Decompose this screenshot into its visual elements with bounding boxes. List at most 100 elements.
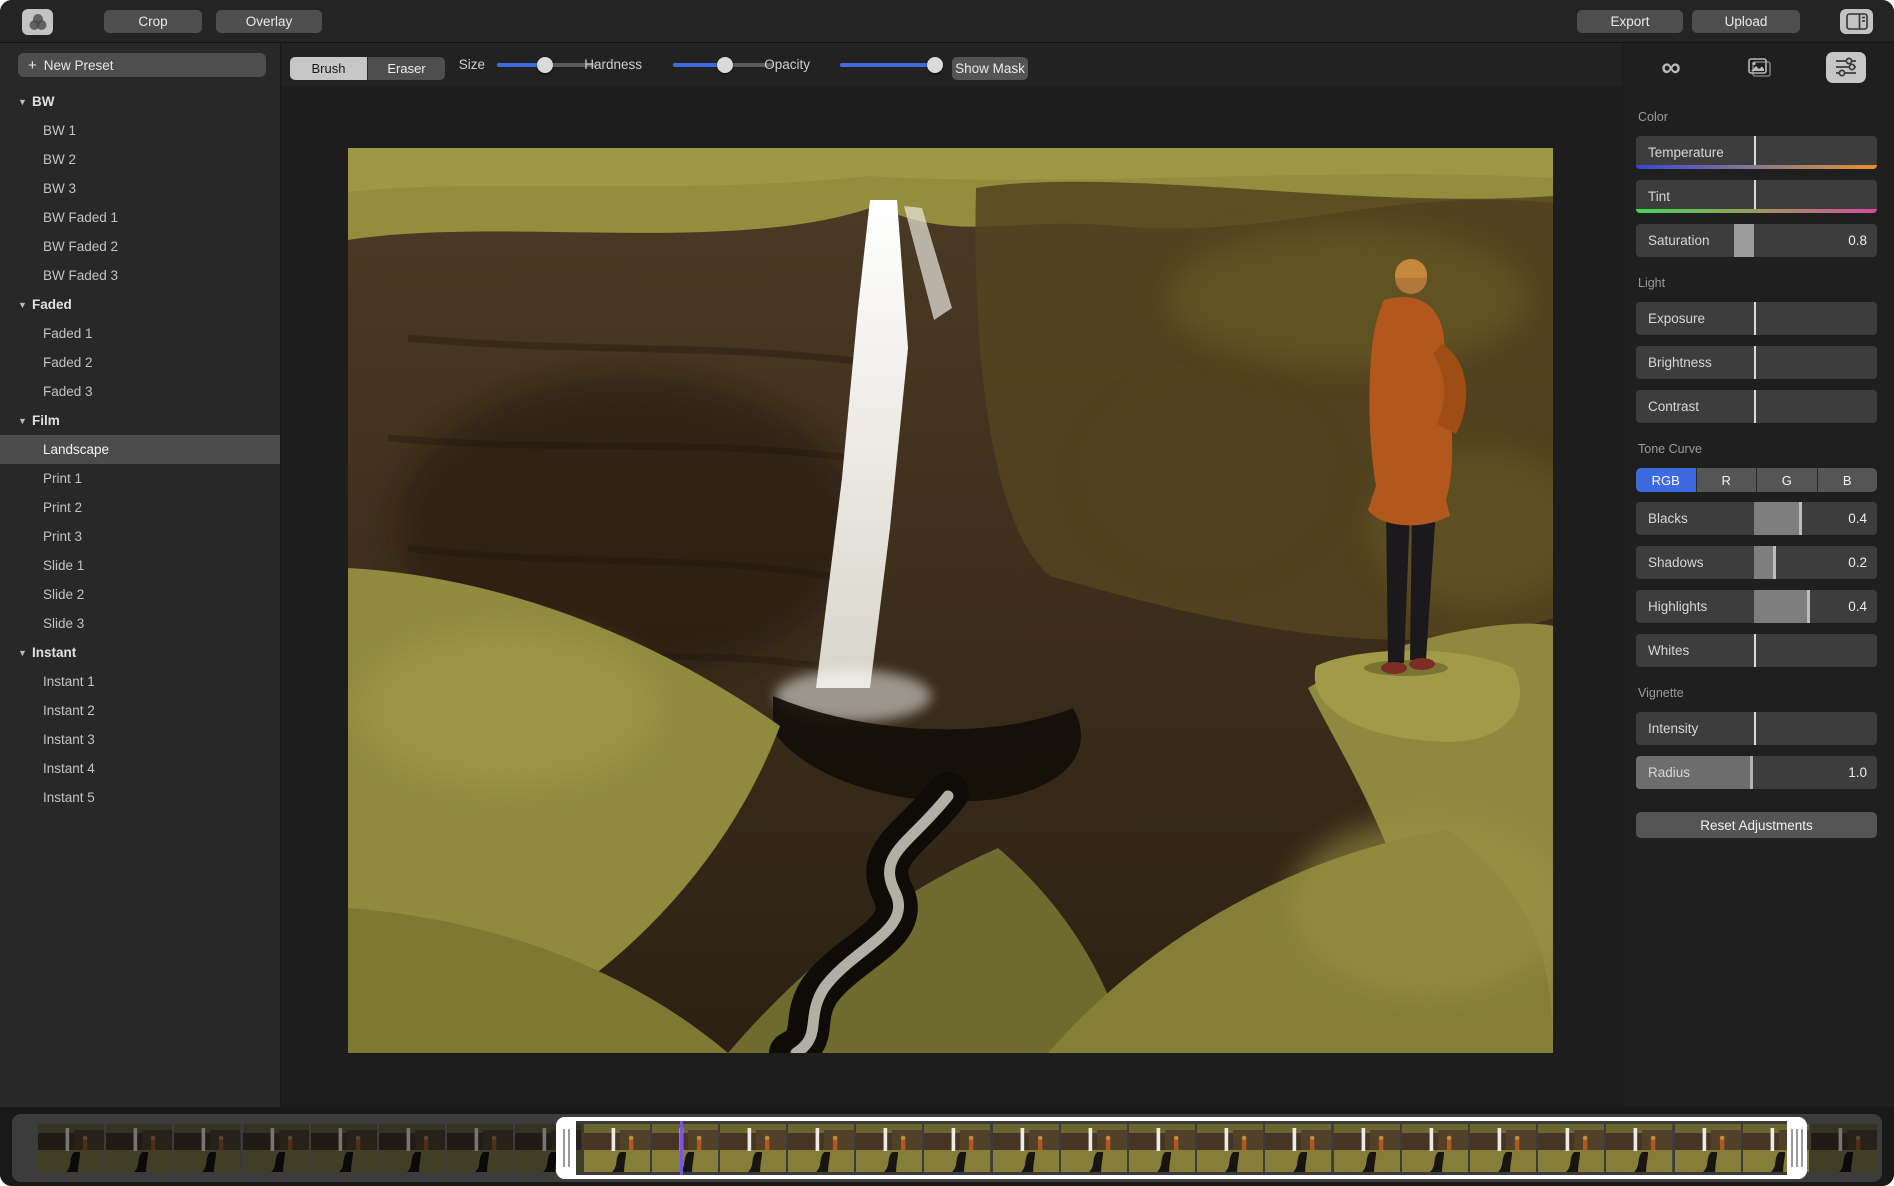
new-preset-button[interactable]: + New Preset xyxy=(18,53,266,77)
adjustments-tab[interactable] xyxy=(1826,51,1866,83)
trim-handle-right[interactable] xyxy=(1787,1117,1807,1179)
preset-group-faded[interactable]: ▼ Faded xyxy=(0,290,280,319)
preset-item-instant-3[interactable]: Instant 3 xyxy=(0,725,280,754)
slider-fill[interactable] xyxy=(1754,546,1776,579)
preset-sidebar: + New Preset ▼ BW BW 1 BW 2 BW 3 BW Faded 1 BW… xyxy=(0,43,281,1107)
adjust-value: 0.8 xyxy=(1848,233,1867,248)
trim-handle-left[interactable] xyxy=(556,1117,576,1179)
channel-rgb[interactable]: RGB xyxy=(1636,468,1696,492)
preset-item-bw-faded-3[interactable]: BW Faded 3 xyxy=(0,261,280,290)
app-logo-icon[interactable] xyxy=(22,9,53,35)
photo-canvas[interactable] xyxy=(348,148,1553,1053)
export-button[interactable]: Export xyxy=(1577,10,1683,33)
preset-item-instant-5[interactable]: Instant 5 xyxy=(0,783,280,812)
slider-label-opacity: Opacity xyxy=(764,57,810,72)
adjust-row-temperature[interactable]: Temperature xyxy=(1636,136,1877,169)
filmstrip-thumbnail[interactable] xyxy=(1810,1124,1878,1172)
preset-item-faded-3[interactable]: Faded 3 xyxy=(0,377,280,406)
slider-center-line xyxy=(1754,634,1757,667)
reset-adjustments-button[interactable]: Reset Adjustments xyxy=(1636,812,1877,838)
adjust-row-radius[interactable]: Radius 1.0 xyxy=(1636,756,1877,789)
overlay-button[interactable]: Overlay xyxy=(216,10,322,33)
adjust-row-exposure[interactable]: Exposure xyxy=(1636,302,1877,335)
filmstrip-thumbnail[interactable] xyxy=(378,1124,446,1172)
section-title-tone-curve: Tone Curve xyxy=(1638,442,1702,456)
adjust-row-intensity[interactable]: Intensity xyxy=(1636,712,1877,745)
preset-item-slide-1[interactable]: Slide 1 xyxy=(0,551,280,580)
brush-eraser-toggle[interactable]: Brush Eraser xyxy=(290,57,445,80)
slider-center-line xyxy=(1754,712,1757,745)
app-window: Crop Overlay Export Upload + New Preset … xyxy=(0,0,1894,1186)
show-mask-button[interactable]: Show Mask xyxy=(952,57,1028,80)
tool-brush[interactable]: Brush xyxy=(290,57,367,80)
preset-item-faded-2[interactable]: Faded 2 xyxy=(0,348,280,377)
slider-handle-size[interactable] xyxy=(537,57,553,73)
preset-item-faded-1[interactable]: Faded 1 xyxy=(0,319,280,348)
adjust-value: 0.4 xyxy=(1848,511,1867,526)
preset-group-bw[interactable]: ▼ BW xyxy=(0,87,280,116)
adjust-label: Shadows xyxy=(1648,555,1704,570)
adjustments-panel: ∞ Color Temperature Tint Saturation 0.8 … xyxy=(1622,43,1894,1107)
adjust-label: Intensity xyxy=(1648,721,1699,736)
slider-hardness[interactable] xyxy=(673,57,773,73)
preset-item-print-3[interactable]: Print 3 xyxy=(0,522,280,551)
disclosure-triangle-icon[interactable]: ▼ xyxy=(18,300,32,310)
trim-selection[interactable] xyxy=(556,1117,1807,1179)
adjust-value: 0.2 xyxy=(1848,555,1867,570)
section-title-light: Light xyxy=(1638,276,1666,290)
adjust-row-saturation[interactable]: Saturation 0.8 xyxy=(1636,224,1877,257)
upload-button[interactable]: Upload xyxy=(1692,10,1800,33)
channel-g[interactable]: G xyxy=(1757,468,1817,492)
adjust-row-contrast[interactable]: Contrast xyxy=(1636,390,1877,423)
filmstrip-thumbnail[interactable] xyxy=(310,1124,377,1172)
slider-handle-hardness[interactable] xyxy=(717,57,733,73)
adjustments-sections: Color Temperature Tint Saturation 0.8 Light Ex… xyxy=(1623,110,1894,838)
preset-item-bw-faded-2[interactable]: BW Faded 2 xyxy=(0,232,280,261)
filmstrip-thumbnail[interactable] xyxy=(174,1124,241,1172)
channel-r[interactable]: R xyxy=(1696,468,1756,492)
slider-fill xyxy=(840,63,935,67)
preset-item-bw-3[interactable]: BW 3 xyxy=(0,174,280,203)
loops-tab[interactable]: ∞ xyxy=(1651,52,1691,83)
photos-tab[interactable] xyxy=(1739,52,1779,83)
disclosure-triangle-icon[interactable]: ▼ xyxy=(18,648,32,658)
preset-item-print-2[interactable]: Print 2 xyxy=(0,493,280,522)
filmstrip-thumbnail[interactable] xyxy=(106,1124,173,1172)
preset-item-bw-1[interactable]: BW 1 xyxy=(0,116,280,145)
slider-fill[interactable] xyxy=(1754,590,1810,623)
adjust-value: 0.4 xyxy=(1848,599,1867,614)
disclosure-triangle-icon[interactable]: ▼ xyxy=(18,97,32,107)
preset-item-instant-2[interactable]: Instant 2 xyxy=(0,696,280,725)
preset-item-landscape[interactable]: Landscape xyxy=(0,435,280,464)
preset-group-instant[interactable]: ▼ Instant xyxy=(0,638,280,667)
slider-handle-block[interactable] xyxy=(1733,224,1754,257)
preset-group-film[interactable]: ▼ Film xyxy=(0,406,280,435)
channel-b[interactable]: B xyxy=(1817,468,1877,492)
disclosure-triangle-icon[interactable]: ▼ xyxy=(18,416,32,426)
filmstrip-thumbnail[interactable] xyxy=(38,1124,105,1172)
filmstrip-thumbnail[interactable] xyxy=(447,1124,514,1172)
preset-item-print-1[interactable]: Print 1 xyxy=(0,464,280,493)
adjust-row-tint[interactable]: Tint xyxy=(1636,180,1877,213)
timeline-area xyxy=(0,1107,1894,1186)
adjust-row-whites[interactable]: Whites xyxy=(1636,634,1877,667)
crop-button[interactable]: Crop xyxy=(104,10,202,33)
slider-label-size: Size xyxy=(458,57,485,72)
slider-opacity[interactable] xyxy=(840,57,943,73)
preset-item-bw-2[interactable]: BW 2 xyxy=(0,145,280,174)
preset-item-instant-1[interactable]: Instant 1 xyxy=(0,667,280,696)
adjust-row-blacks[interactable]: Blacks 0.4 xyxy=(1636,502,1877,535)
adjust-row-shadows[interactable]: Shadows 0.2 xyxy=(1636,546,1877,579)
adjust-label: Contrast xyxy=(1648,399,1700,414)
preset-item-instant-4[interactable]: Instant 4 xyxy=(0,754,280,783)
sidebar-toggle-button[interactable] xyxy=(1840,9,1873,34)
slider-handle-opacity[interactable] xyxy=(927,57,943,73)
preset-item-bw-faded-1[interactable]: BW Faded 1 xyxy=(0,203,280,232)
preset-item-slide-3[interactable]: Slide 3 xyxy=(0,609,280,638)
preset-item-slide-2[interactable]: Slide 2 xyxy=(0,580,280,609)
filmstrip-thumbnail[interactable] xyxy=(242,1124,309,1172)
slider-fill[interactable] xyxy=(1754,502,1803,535)
adjust-row-brightness[interactable]: Brightness xyxy=(1636,346,1877,379)
adjust-row-highlights[interactable]: Highlights 0.4 xyxy=(1636,590,1877,623)
preset-group-label: Faded xyxy=(32,297,72,312)
